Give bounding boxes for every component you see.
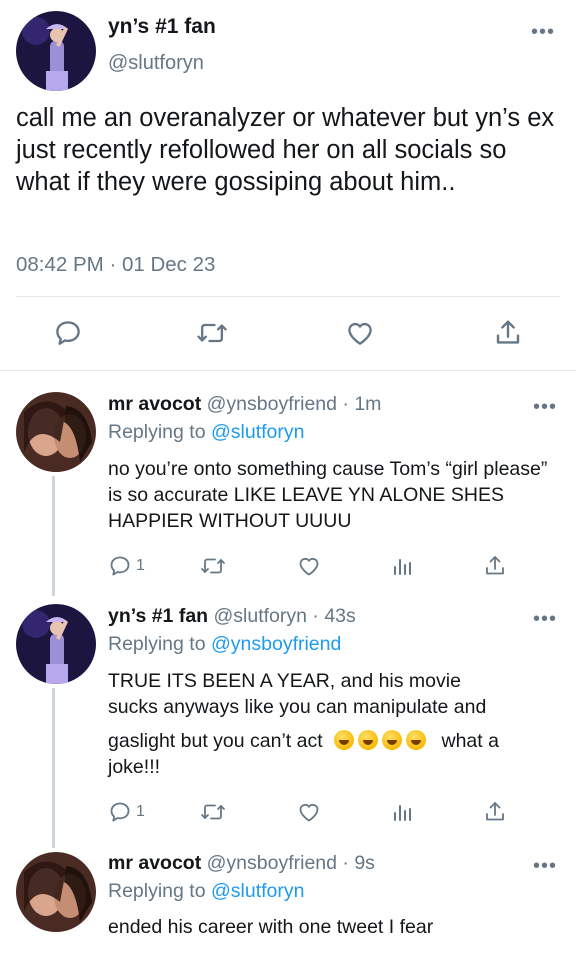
main-reply-button[interactable]: [53, 318, 83, 348]
reply-2-text-line-3: gaslight but you can’t act what a: [108, 728, 556, 754]
replying-to-label: Replying to: [108, 633, 206, 655]
reply-1-analytics-button[interactable]: [390, 554, 414, 578]
like-icon: [299, 558, 319, 576]
reply-2-more-icon[interactable]: •••: [533, 609, 557, 629]
reply-1-replying-to: Replying to @slutforyn: [108, 421, 304, 444]
reply-1-reply-button[interactable]: 1: [108, 554, 145, 578]
reply-2-text: TRUE ITS BEEN A YEAR, and his movie suck…: [108, 668, 556, 780]
main-tweet-handle[interactable]: @slutforyn: [108, 52, 204, 75]
reply-icon: [110, 556, 130, 576]
reply-1-text: no you’re onto something cause Tom’s “gi…: [108, 458, 548, 532]
reply-1-retweet-button[interactable]: [200, 554, 226, 578]
main-tweet-text: call me an overanalyzer or whatever but …: [16, 104, 555, 196]
reply-2-header: yn’s #1 fan @slutforyn · 43s: [108, 605, 356, 628]
reply-3-time: · 9s: [342, 852, 375, 874]
replying-to-label: Replying to: [108, 421, 206, 443]
reply-2-reply-button[interactable]: 1: [108, 800, 145, 824]
reply-1-header: mr avocot @ynsboyfriend · 1m: [108, 393, 381, 416]
reply-3-more-icon[interactable]: •••: [533, 856, 557, 876]
reply-2-text-line-3-end: what a: [441, 730, 499, 752]
replying-to-label: Replying to: [108, 880, 206, 902]
like-icon: [299, 804, 319, 822]
reply-1-handle[interactable]: @ynsboyfriend: [207, 393, 337, 415]
rofl-emoji-icon: [358, 730, 379, 750]
reply-3-display-name[interactable]: mr avocot: [108, 852, 201, 874]
reply-3-handle[interactable]: @ynsboyfriend: [207, 852, 337, 874]
retweet-icon: [197, 323, 227, 343]
replying-to-handle[interactable]: @slutforyn: [211, 421, 305, 443]
reply-2-text-line-3-start: gaslight but you can’t act: [108, 730, 323, 752]
main-tweet-divider: [16, 296, 560, 297]
main-retweet-button[interactable]: [196, 318, 228, 348]
reply-icon: [56, 321, 80, 345]
reply-1-like-button[interactable]: [297, 554, 321, 578]
reply-2-retweet-button[interactable]: [200, 800, 226, 824]
main-share-button[interactable]: [493, 318, 523, 348]
section-divider: [0, 370, 576, 371]
thread-connector: [52, 688, 55, 848]
main-tweet-timestamp: 08:42 PM · 01 Dec 23: [16, 253, 216, 276]
share-icon: [496, 320, 520, 344]
rofl-emoji-icon: [334, 730, 355, 750]
reply-2-text-line-4: joke!!!: [108, 756, 161, 778]
thread-connector: [52, 476, 55, 596]
main-tweet-avatar[interactable]: [16, 11, 96, 91]
reply-2-avatar[interactable]: [16, 604, 96, 684]
reply-2-analytics-button[interactable]: [390, 800, 414, 824]
reply-2-like-button[interactable]: [297, 800, 321, 824]
share-icon: [486, 556, 504, 575]
analytics-icon: [394, 559, 411, 575]
reply-count: 1: [136, 557, 145, 574]
reply-icon: [110, 802, 130, 822]
analytics-icon: [394, 805, 411, 821]
share-icon: [486, 802, 504, 821]
rofl-emoji-icon: [382, 730, 403, 750]
reply-2-share-button[interactable]: [483, 800, 507, 824]
reply-count: 1: [136, 803, 145, 820]
reply-2-text-line-2: sucks anyways like you can manipulate an…: [108, 696, 487, 718]
replying-to-handle[interactable]: @ynsboyfriend: [211, 633, 341, 655]
retweet-icon: [201, 558, 225, 574]
reply-1-display-name[interactable]: mr avocot: [108, 393, 201, 415]
reply-1-share-button[interactable]: [483, 554, 507, 578]
reply-2-handle[interactable]: @slutforyn: [214, 605, 308, 627]
reply-1-more-icon[interactable]: •••: [533, 397, 557, 417]
main-tweet-display-name[interactable]: yn’s #1 fan: [108, 15, 216, 39]
main-tweet-more-icon[interactable]: •••: [531, 22, 555, 42]
replying-to-handle[interactable]: @slutforyn: [211, 880, 305, 902]
reply-3-header: mr avocot @ynsboyfriend · 9s: [108, 852, 375, 875]
rofl-emoji-icon: [406, 730, 427, 750]
reply-2-replying-to: Replying to @ynsboyfriend: [108, 633, 341, 656]
reply-2-display-name[interactable]: yn’s #1 fan: [108, 605, 208, 627]
like-icon: [348, 322, 372, 345]
main-like-button[interactable]: [345, 318, 375, 348]
reply-3-text: ended his career with one tweet I fear: [108, 916, 434, 938]
reply-1-time: · 1m: [342, 393, 382, 415]
reply-3-replying-to: Replying to @slutforyn: [108, 880, 304, 903]
retweet-icon: [201, 804, 225, 820]
reply-2-text-line-1: TRUE ITS BEEN A YEAR, and his movie: [108, 670, 461, 692]
reply-1-avatar[interactable]: [16, 392, 96, 472]
reply-3-avatar[interactable]: [16, 852, 96, 932]
reply-2-time: · 43s: [312, 605, 356, 627]
